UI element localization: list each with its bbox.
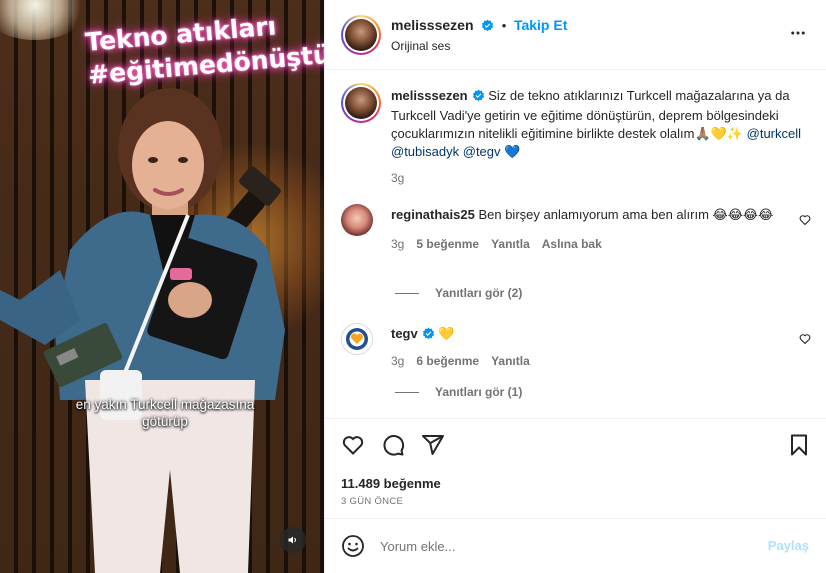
comment-time[interactable]: 3g: [391, 237, 404, 251]
post-header: melisssezen • Takip Et Orijinal ses: [325, 0, 826, 70]
speaker-icon: [288, 536, 296, 544]
author-username[interactable]: melisssezen: [391, 17, 474, 33]
view-replies-button[interactable]: Yanıtları gör (1): [395, 385, 522, 399]
post-date[interactable]: 3 GÜN ÖNCE: [341, 496, 403, 507]
tegv-logo-icon: [346, 328, 368, 350]
replies-divider-line: [395, 293, 419, 295]
mention-turkcell[interactable]: @turkcell: [747, 126, 801, 141]
commenter-avatar[interactable]: [341, 204, 373, 236]
comment-likes-count[interactable]: 5 beğenme: [416, 237, 479, 251]
post-caption: melisssezen Siz de tekno atıklarınızı Tu…: [391, 87, 811, 185]
mention-tubisadyk[interactable]: @tubisadyk: [391, 144, 459, 159]
mention-tegv[interactable]: @tegv: [463, 144, 501, 159]
comment-text: Ben birşey anlamıyorum ama ben alırım 😂😂…: [478, 207, 774, 222]
verified-badge-icon: [422, 327, 435, 345]
comment-like-button[interactable]: [799, 333, 811, 348]
comment-text: 💛: [438, 326, 455, 341]
emoji-smile-icon: [342, 535, 364, 557]
verified-badge-icon: [472, 89, 485, 107]
like-button[interactable]: [341, 433, 365, 460]
caption-emoji: 💙: [504, 144, 521, 159]
more-options-button[interactable]: [789, 24, 807, 45]
follow-button[interactable]: Takip Et: [514, 17, 567, 33]
comment-item: tegv 💛 3g 6 beğenme Yanıtla: [391, 325, 781, 368]
post-video[interactable]: Tekno atıkları #eğitimedönüştür en yakın…: [0, 0, 324, 573]
comment-likes-count[interactable]: 6 beğenme: [416, 354, 479, 368]
bookmark-icon: [791, 434, 807, 456]
comment-username[interactable]: reginathais25: [391, 207, 475, 222]
see-translation-button[interactable]: Aslına bak: [542, 237, 602, 251]
heart-icon: [342, 436, 364, 455]
commenter-avatar-tegv[interactable]: [341, 323, 373, 355]
comment-reply-button[interactable]: Yanıtla: [491, 354, 530, 368]
video-subtitle-line1: en yakın Turkcell mağazasına: [75, 397, 255, 412]
share-button[interactable]: [421, 433, 445, 460]
comment-input[interactable]: [380, 535, 750, 557]
comments-section[interactable]: melisssezen Siz de tekno atıklarınızı Tu…: [325, 71, 826, 418]
comment-item: reginathais25 Ben birşey anlamıyorum ama…: [391, 206, 781, 251]
heart-icon: [799, 215, 811, 226]
separator-dot: •: [501, 18, 507, 33]
comment-time[interactable]: 3g: [391, 354, 404, 368]
like-count[interactable]: 11.489 beğenme: [341, 476, 441, 491]
audio-label[interactable]: Orijinal ses: [391, 39, 450, 53]
paper-plane-icon: [422, 435, 444, 455]
view-replies-label: Yanıtları gör (1): [435, 385, 523, 399]
sound-toggle-button[interactable]: [280, 527, 306, 553]
action-bar: 11.489 beğenme 3 GÜN ÖNCE: [325, 418, 826, 518]
caption-time[interactable]: 3g: [391, 171, 811, 185]
save-button[interactable]: [787, 433, 811, 460]
comment-like-button[interactable]: [799, 214, 811, 229]
view-replies-button[interactable]: Yanıtları gör (2): [395, 286, 522, 300]
more-horizontal-icon: [791, 31, 805, 35]
verified-badge-icon: [481, 19, 494, 35]
replies-divider-line: [395, 392, 419, 394]
person-figure: [0, 88, 285, 573]
comment-username[interactable]: tegv: [391, 326, 418, 341]
comment-composer: Paylaş: [325, 518, 826, 573]
caption-username[interactable]: melisssezen: [391, 88, 468, 103]
post-details-panel: melisssezen • Takip Et Orijinal ses meli…: [324, 0, 826, 573]
heart-icon: [799, 334, 811, 345]
video-subtitle-line2: götürüp: [142, 414, 188, 429]
post-comment-button[interactable]: Paylaş: [768, 538, 809, 553]
comment-bubble-icon: [383, 435, 405, 456]
caption-author-avatar[interactable]: [341, 83, 381, 123]
emoji-button[interactable]: [341, 534, 365, 561]
view-replies-label: Yanıtları gör (2): [435, 286, 523, 300]
comment-button[interactable]: [381, 433, 405, 460]
comment-reply-button[interactable]: Yanıtla: [491, 237, 530, 251]
author-avatar[interactable]: [341, 15, 381, 55]
video-subtitle: en yakın Turkcell mağazasına götürüp: [40, 396, 290, 430]
